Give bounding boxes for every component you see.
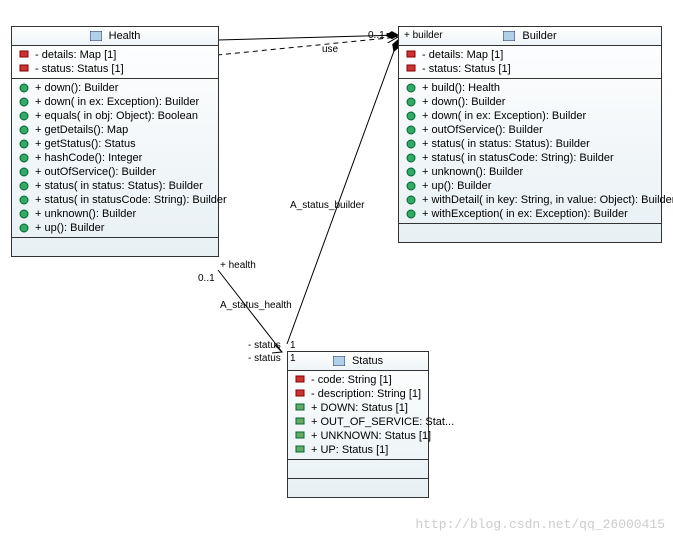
static-field-icon xyxy=(294,402,308,414)
operation: + hashCode(): Integer xyxy=(16,151,214,165)
operation: + status( in status: Status): Builder xyxy=(403,137,657,151)
label-assoc-health: A_status_health xyxy=(220,300,292,311)
class-name: Status xyxy=(352,355,383,367)
attribute: - status: Status [1] xyxy=(403,62,657,76)
operation: + status( in statusCode: String): Builde… xyxy=(403,151,657,165)
method-icon xyxy=(18,166,32,178)
field-icon xyxy=(405,63,419,75)
empty-section xyxy=(12,238,218,256)
operation: + outOfService(): Builder xyxy=(16,165,214,179)
operation: + up(): Builder xyxy=(16,221,214,235)
operation: + status( in statusCode: String): Builde… xyxy=(16,193,214,207)
label-builder-role: + builder xyxy=(404,30,443,41)
method-icon xyxy=(18,110,32,122)
field-icon xyxy=(405,49,419,61)
field-icon xyxy=(18,63,32,75)
method-icon xyxy=(405,82,419,94)
operation: + getStatus(): Status xyxy=(16,137,214,151)
method-icon xyxy=(405,96,419,108)
operation: + down( in ex: Exception): Builder xyxy=(403,109,657,123)
class-name: Builder xyxy=(522,30,556,42)
label-mult: 0..1 xyxy=(198,273,215,284)
class-icon xyxy=(503,31,515,41)
label-mult: 1 xyxy=(290,353,296,364)
method-icon xyxy=(18,138,32,150)
label-mult: 0..1 xyxy=(368,30,385,41)
operation: + withDetail( in key: String, in value: … xyxy=(403,193,657,207)
attribute: + UNKNOWN: Status [1] xyxy=(292,429,424,443)
operation: + down(): Builder xyxy=(16,81,214,95)
label-assoc-builder: A_status_builder xyxy=(290,200,365,211)
method-icon xyxy=(18,124,32,136)
attributes-section: - code: String [1] - description: String… xyxy=(288,371,428,460)
method-icon xyxy=(405,138,419,150)
method-icon xyxy=(405,110,419,122)
class-health[interactable]: Health - details: Map [1] - status: Stat… xyxy=(11,26,219,257)
operation: + build(): Health xyxy=(403,81,657,95)
method-icon xyxy=(18,180,32,192)
attribute: - description: String [1] xyxy=(292,387,424,401)
attribute: + UP: Status [1] xyxy=(292,443,424,457)
method-icon xyxy=(405,180,419,192)
class-header-status: Status xyxy=(288,352,428,371)
method-icon xyxy=(18,208,32,220)
operation: + equals( in obj: Object): Boolean xyxy=(16,109,214,123)
operation: + up(): Builder xyxy=(403,179,657,193)
field-icon xyxy=(18,49,32,61)
operation: + getDetails(): Map xyxy=(16,123,214,137)
method-icon xyxy=(405,166,419,178)
attribute: - code: String [1] xyxy=(292,373,424,387)
class-header-health: Health xyxy=(12,27,218,46)
empty-section xyxy=(399,224,661,242)
label-use: use xyxy=(322,44,338,55)
attribute: - details: Map [1] xyxy=(403,48,657,62)
attributes-section: - details: Map [1] - status: Status [1] xyxy=(399,46,661,79)
class-builder[interactable]: Builder - details: Map [1] - status: Sta… xyxy=(398,26,662,243)
label-mult: 1 xyxy=(290,340,296,351)
method-icon xyxy=(18,82,32,94)
method-icon xyxy=(405,124,419,136)
operation: + status( in status: Status): Builder xyxy=(16,179,214,193)
attribute: + OUT_OF_SERVICE: Stat... xyxy=(292,415,424,429)
operation: + outOfService(): Builder xyxy=(403,123,657,137)
class-status[interactable]: Status - code: String [1] - description:… xyxy=(287,351,429,498)
class-icon xyxy=(90,31,102,41)
field-icon xyxy=(294,374,308,386)
method-icon xyxy=(405,208,419,220)
static-field-icon xyxy=(294,416,308,428)
class-icon xyxy=(333,356,345,366)
label-health-role: + health xyxy=(220,260,256,271)
label-status-role: - status xyxy=(248,340,281,351)
operations-section: + build(): Health + down(): Builder + do… xyxy=(399,79,661,224)
method-icon xyxy=(18,96,32,108)
attributes-section: - details: Map [1] - status: Status [1] xyxy=(12,46,218,79)
operation: + unknown(): Builder xyxy=(16,207,214,221)
operation: + withException( in ex: Exception): Buil… xyxy=(403,207,657,221)
static-field-icon xyxy=(294,430,308,442)
watermark: http://blog.csdn.net/qq_26000415 xyxy=(415,517,665,532)
class-name: Health xyxy=(109,30,141,42)
method-icon xyxy=(18,222,32,234)
method-icon xyxy=(18,152,32,164)
attribute: - details: Map [1] xyxy=(16,48,214,62)
field-icon xyxy=(294,388,308,400)
operation: + down(): Builder xyxy=(403,95,657,109)
label-status-role: - status xyxy=(248,353,281,364)
attribute: - status: Status [1] xyxy=(16,62,214,76)
method-icon xyxy=(405,194,419,206)
operation: + down( in ex: Exception): Builder xyxy=(16,95,214,109)
operation: + unknown(): Builder xyxy=(403,165,657,179)
empty-section xyxy=(288,460,428,479)
method-icon xyxy=(405,152,419,164)
method-icon xyxy=(18,194,32,206)
operations-section: + down(): Builder + down( in ex: Excepti… xyxy=(12,79,218,238)
attribute: + DOWN: Status [1] xyxy=(292,401,424,415)
static-field-icon xyxy=(294,444,308,456)
empty-section xyxy=(288,479,428,497)
